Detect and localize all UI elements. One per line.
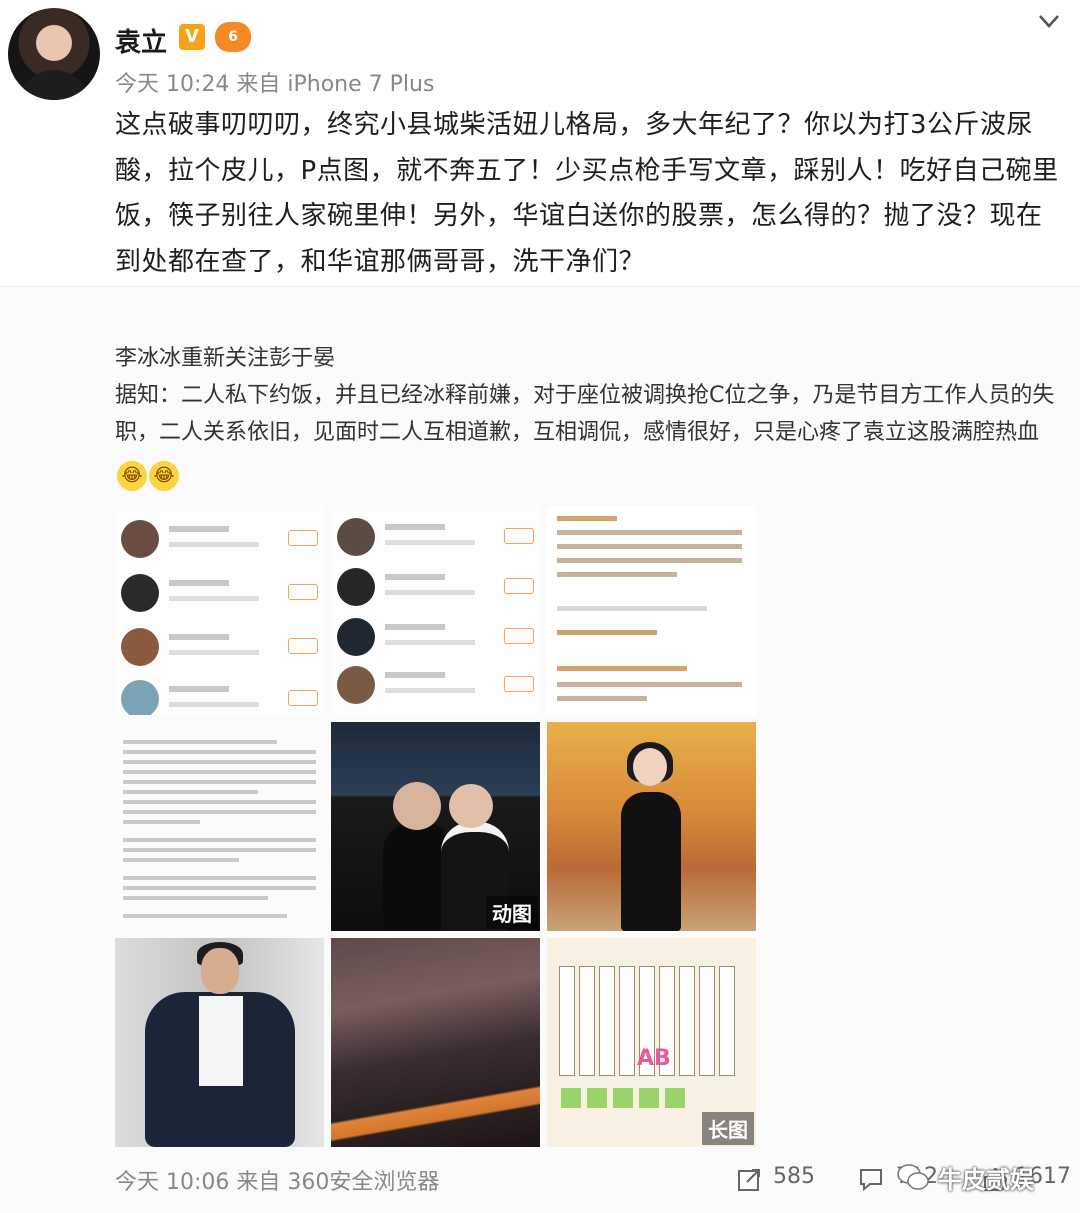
wechat-icon xyxy=(897,1164,929,1190)
author-name[interactable]: 袁立 xyxy=(115,22,167,59)
repost-footer: 今天 10:06 来自 360安全浏览器 585 712 1617 牛皮贰娱 xyxy=(0,1150,1080,1213)
list-item xyxy=(337,514,534,560)
divider xyxy=(0,286,1080,287)
list-item xyxy=(337,564,534,610)
repost-body-text: 据知：二人私下约饭，并且已经冰释前嫌，对于座位被调换抢C位之争，乃是节目方工作人… xyxy=(115,383,1055,445)
share-count[interactable]: 585 xyxy=(773,1164,815,1189)
repost-title[interactable]: 李冰冰重新关注彭于晏 xyxy=(115,340,335,372)
list-item xyxy=(121,676,318,715)
image-thumb-comments[interactable] xyxy=(547,506,756,715)
image-thumb-portrait-black-dress[interactable] xyxy=(547,722,756,931)
original-post: 袁立 V 6 今天 10:24 来自 iPhone 7 Plus 这点破事叨叨叨… xyxy=(0,0,1080,286)
image-thumb-blurred-scene[interactable] xyxy=(331,938,540,1147)
repost-time-source: 今天 10:06 来自 360安全浏览器 xyxy=(115,1170,440,1195)
list-item xyxy=(121,516,318,562)
avatar[interactable] xyxy=(8,8,100,100)
image-thumb-event-gif[interactable]: 动图 xyxy=(331,722,540,931)
image-thumb-portrait-man[interactable] xyxy=(115,938,324,1147)
laugh-emoji: 😂 xyxy=(149,461,179,491)
share-icon[interactable] xyxy=(737,1166,763,1192)
post-time-source: 今天 10:24 来自 iPhone 7 Plus xyxy=(115,72,435,97)
repost-body: 据知：二人私下约饭，并且已经冰释前嫌，对于座位被调换抢C位之争，乃是节目方工作人… xyxy=(115,378,1055,491)
image-thumb-follow-list-2[interactable] xyxy=(331,506,540,715)
image-thumb-article[interactable] xyxy=(115,722,324,931)
seating-ab-label: AB xyxy=(637,1046,671,1071)
image-grid: 动图 AB 长图 xyxy=(115,506,757,1147)
chevron-down-icon[interactable] xyxy=(1034,6,1064,36)
comment-icon[interactable] xyxy=(858,1166,884,1192)
watermark-text: 牛皮贰娱 xyxy=(938,1166,1034,1194)
image-thumb-seating-chart[interactable]: AB 长图 xyxy=(547,938,756,1147)
level-icon: 6 xyxy=(215,22,251,52)
gif-badge: 动图 xyxy=(486,896,538,929)
laugh-emoji: 😂 xyxy=(117,461,147,491)
long-image-badge: 长图 xyxy=(702,1112,754,1145)
post-text: 这点破事叨叨叨，终究小县城柴活妞儿格局，多大年纪了？你以为打3公斤波尿酸，拉个皮… xyxy=(115,110,1059,277)
list-item xyxy=(121,624,318,670)
image-thumb-follow-list-1[interactable] xyxy=(115,506,324,715)
verified-icon: V xyxy=(179,24,205,50)
list-item xyxy=(121,570,318,616)
list-item xyxy=(337,614,534,660)
list-item xyxy=(337,662,534,708)
